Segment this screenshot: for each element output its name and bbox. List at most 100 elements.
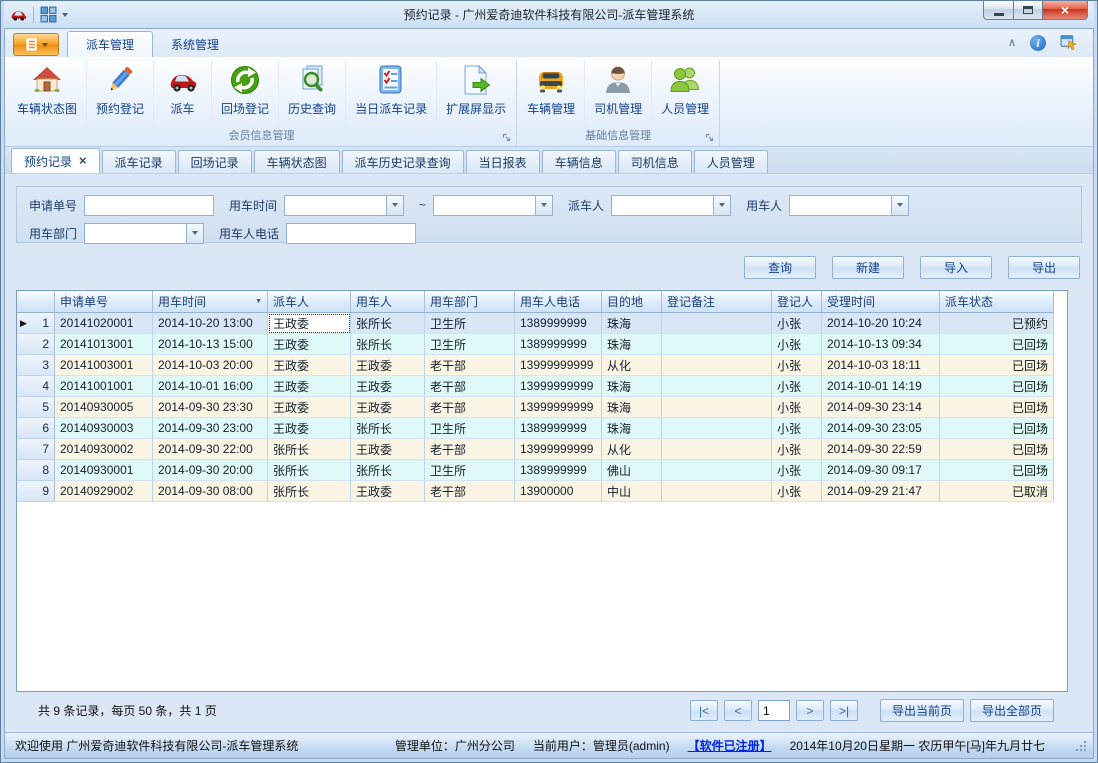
cell-用车时间[interactable]: 2014-09-30 23:00 [153,418,268,439]
column-header-用车时间[interactable]: 用车时间▼ [153,291,268,313]
row-indicator[interactable]: 6 [17,418,55,439]
cell-登记人[interactable]: 小张 [772,397,822,418]
cell-用车人电话[interactable]: 13900000 [515,481,602,502]
cell-dispatch-status[interactable]: 已回场 [940,334,1054,355]
cell-用车时间[interactable]: 2014-10-20 13:00 [153,313,268,334]
cell-目的地[interactable]: 珠海 [602,334,662,355]
cell-用车时间[interactable]: 2014-10-13 15:00 [153,334,268,355]
filter-input-申请单号[interactable] [84,195,214,216]
cell-受理时间[interactable]: 2014-09-29 21:47 [822,481,940,502]
resize-grip[interactable] [1075,740,1087,752]
row-indicator[interactable]: 8 [17,460,55,481]
doc-tab-车辆状态图[interactable]: 车辆状态图 [254,150,340,173]
cell-用车人[interactable]: 王政委 [351,439,425,460]
ribbon-button-当日派车记录[interactable]: 当日派车记录 [345,60,436,129]
doc-tab-回场记录[interactable]: 回场记录 [178,150,252,173]
cell-申请单号[interactable]: 20141020001 [55,313,153,334]
filter-combo-用车人[interactable] [789,195,909,216]
cell-用车部门[interactable]: 老干部 [425,397,515,418]
cell-派车人[interactable]: 张所长 [268,439,351,460]
import-button[interactable]: 导入 [920,256,992,279]
cell-申请单号[interactable]: 20141013001 [55,334,153,355]
new-button[interactable]: 新建 [832,256,904,279]
row-indicator[interactable]: 9 [17,481,55,502]
cell-用车时间[interactable]: 2014-09-30 20:00 [153,460,268,481]
cell-用车人[interactable]: 张所长 [351,334,425,355]
cell-用车人[interactable]: 王政委 [351,397,425,418]
cell-用车部门[interactable]: 卫生所 [425,334,515,355]
skin-theme-icon[interactable] [1060,33,1077,53]
column-header-用车部门[interactable]: 用车部门 [425,291,515,313]
cell-用车部门[interactable]: 卫生所 [425,313,515,334]
cell-登记备注[interactable] [662,418,772,439]
cell-受理时间[interactable]: 2014-09-30 23:14 [822,397,940,418]
quick-access-dropdown-caret[interactable] [62,13,68,17]
cell-申请单号[interactable]: 20141003001 [55,355,153,376]
cell-登记人[interactable]: 小张 [772,355,822,376]
cell-dispatch-status[interactable]: 已取消 [940,481,1054,502]
doc-tab-派车记录[interactable]: 派车记录 [102,150,176,173]
cell-dispatch-status[interactable]: 已回场 [940,355,1054,376]
ribbon-button-司机管理[interactable]: 司机管理 [584,60,651,129]
combo-dropdown-button[interactable] [713,196,730,215]
cell-dispatch-status[interactable]: 已回场 [940,439,1054,460]
cell-用车人电话[interactable]: 1389999999 [515,334,602,355]
minimize-button[interactable] [983,1,1013,20]
ribbon-button-扩展屏显示[interactable]: 扩展屏显示 [436,60,515,129]
cell-用车人电话[interactable]: 13999999999 [515,355,602,376]
cell-用车人[interactable]: 张所长 [351,418,425,439]
row-indicator[interactable]: 4 [17,376,55,397]
query-button[interactable]: 查询 [744,256,816,279]
cell-申请单号[interactable]: 20140930002 [55,439,153,460]
column-header-用车人电话[interactable]: 用车人电话 [515,291,602,313]
filter-combo-用车部门[interactable] [84,223,204,244]
filter-combo-派车人[interactable] [611,195,731,216]
doc-tab-车辆信息[interactable]: 车辆信息 [542,150,616,173]
filter-combo-用车时间[interactable] [284,195,404,216]
cell-目的地[interactable]: 中山 [602,481,662,502]
close-tab-icon[interactable]: × [79,156,87,166]
doc-tab-人员管理[interactable]: 人员管理 [694,150,768,173]
cell-目的地[interactable]: 珠海 [602,418,662,439]
row-indicator[interactable]: 3 [17,355,55,376]
cell-受理时间[interactable]: 2014-09-30 23:05 [822,418,940,439]
ribbon-collapse-icon[interactable]: ∧ [1008,38,1016,48]
cell-登记人[interactable]: 小张 [772,439,822,460]
cell-用车部门[interactable]: 老干部 [425,376,515,397]
cell-用车时间[interactable]: 2014-09-30 22:00 [153,439,268,460]
table-row-6[interactable]: 6201409300032014-09-30 23:00王政委张所长卫生所138… [17,418,1067,439]
cell-用车人电话[interactable]: 1389999999 [515,460,602,481]
doc-tab-预约记录[interactable]: 预约记录× [11,148,100,173]
cell-dispatch-status[interactable]: 已回场 [940,376,1054,397]
cell-派车人[interactable]: 王政委 [268,397,351,418]
ribbon-button-车辆管理[interactable]: 车辆管理 [518,60,584,129]
cell-用车人电话[interactable]: 1389999999 [515,418,602,439]
export-current-page-button[interactable]: 导出当前页 [880,699,964,722]
ribbon-button-回场登记[interactable]: 回场登记 [211,60,278,129]
cell-派车人[interactable]: 王政委 [268,313,351,334]
table-row-4[interactable]: 4201410010012014-10-01 16:00王政委王政委老干部139… [17,376,1067,397]
license-registered-link[interactable]: 【软件已注册】 [688,737,772,754]
table-row-5[interactable]: 5201409300052014-09-30 23:30王政委王政委老干部139… [17,397,1067,418]
cell-目的地[interactable]: 从化 [602,439,662,460]
cell-用车时间[interactable]: 2014-10-03 20:00 [153,355,268,376]
ribbon-button-历史查询[interactable]: 历史查询 [278,60,345,129]
cell-登记备注[interactable] [662,481,772,502]
table-row-2[interactable]: 2201410130012014-10-13 15:00王政委张所长卫生所138… [17,334,1067,355]
cell-用车部门[interactable]: 卫生所 [425,418,515,439]
ribbon-tab-1[interactable]: 派车管理 [67,31,153,57]
cell-dispatch-status[interactable]: 已预约 [940,313,1054,334]
pager-next-button[interactable]: > [796,700,824,721]
cell-用车人[interactable]: 王政委 [351,355,425,376]
application-menu-button[interactable] [13,33,59,56]
cell-派车人[interactable]: 王政委 [268,418,351,439]
column-header-派车人[interactable]: 派车人 [268,291,351,313]
cell-受理时间[interactable]: 2014-09-30 22:59 [822,439,940,460]
cell-用车人电话[interactable]: 13999999999 [515,376,602,397]
table-row-7[interactable]: 7201409300022014-09-30 22:00张所长王政委老干部139… [17,439,1067,460]
cell-目的地[interactable]: 佛山 [602,460,662,481]
cell-登记备注[interactable] [662,376,772,397]
cell-用车人[interactable]: 王政委 [351,376,425,397]
cell-用车人[interactable]: 王政委 [351,481,425,502]
ribbon-button-车辆状态图[interactable]: 车辆状态图 [8,60,86,129]
